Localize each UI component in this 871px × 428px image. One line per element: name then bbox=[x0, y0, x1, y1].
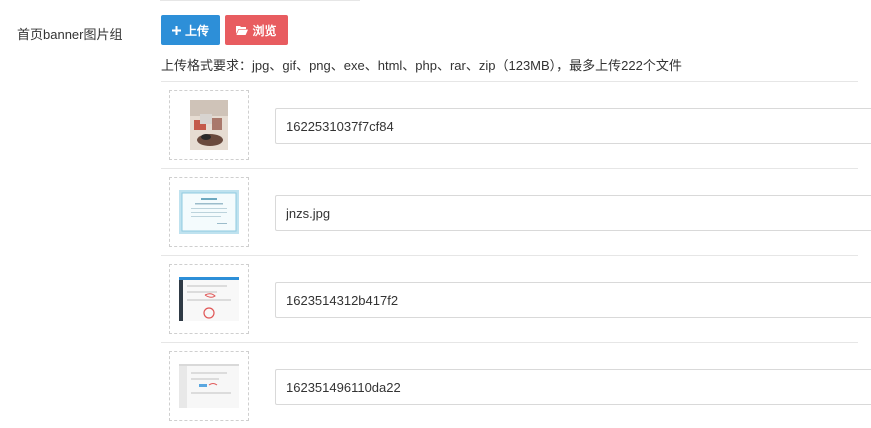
photo-thumbnail bbox=[190, 100, 228, 150]
image-row bbox=[161, 342, 871, 428]
screenshot-thumbnail bbox=[179, 364, 239, 408]
browse-button-label: 浏览 bbox=[252, 23, 277, 38]
folder-open-icon bbox=[236, 25, 249, 35]
image-row bbox=[161, 168, 871, 254]
image-name-input[interactable] bbox=[275, 195, 871, 231]
upload-button[interactable]: 上传 bbox=[161, 15, 220, 45]
image-thumbnail[interactable] bbox=[169, 177, 249, 247]
image-thumbnail[interactable] bbox=[169, 90, 249, 160]
browse-button[interactable]: 浏览 bbox=[225, 15, 288, 45]
field-label: 首页banner图片组 bbox=[17, 27, 123, 42]
certificate-thumbnail bbox=[179, 190, 239, 234]
plus-icon bbox=[171, 25, 181, 35]
image-name-input[interactable] bbox=[275, 369, 871, 405]
upload-button-label: 上传 bbox=[184, 23, 209, 38]
top-divider bbox=[160, 0, 360, 1]
image-thumbnail[interactable] bbox=[169, 264, 249, 334]
image-thumbnail[interactable] bbox=[169, 351, 249, 421]
upload-hint: 上传格式要求：jpg、gif、png、exe、html、php、rar、zip（… bbox=[161, 58, 682, 73]
image-name-input[interactable] bbox=[275, 108, 871, 144]
screenshot-thumbnail bbox=[179, 277, 239, 321]
image-row bbox=[161, 255, 871, 341]
image-name-input[interactable] bbox=[275, 282, 871, 318]
image-row bbox=[161, 81, 871, 167]
